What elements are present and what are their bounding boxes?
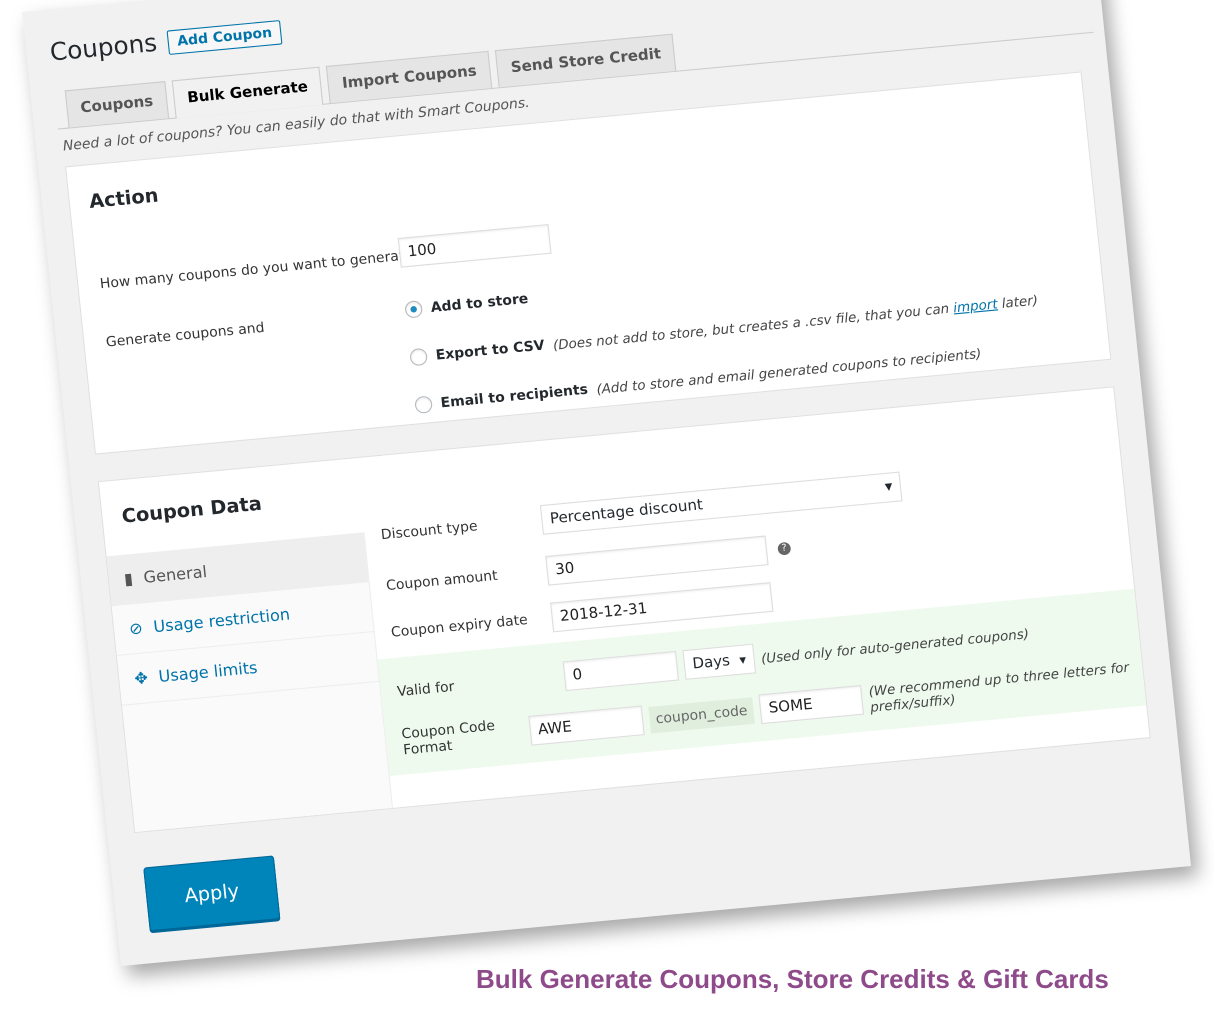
- field-label: Coupon amount: [385, 567, 499, 594]
- tab-bulk-generate[interactable]: Bulk Generate: [171, 66, 324, 119]
- caret-down-icon: ▼: [738, 654, 747, 665]
- page-header: Coupons Add Coupon: [49, 18, 283, 67]
- import-link[interactable]: import: [952, 295, 998, 315]
- sidebar-label: Usage limits: [157, 657, 259, 687]
- page-title: Coupons: [48, 29, 159, 68]
- caret-down-icon: ▼: [884, 481, 893, 494]
- field-label: Coupon expiry date: [390, 611, 529, 641]
- coupon-data-tabs: ▮ General ⊘ Usage restriction ✥ Usage limit…: [106, 532, 394, 832]
- field-label: Discount type: [380, 518, 479, 543]
- general-fields: Discount type Percentage discount ▼ Coupo…: [361, 430, 1149, 808]
- radio-selected[interactable]: [404, 300, 424, 319]
- option-note: (Add to store and email generated coupon…: [595, 344, 982, 397]
- radio-unselected[interactable]: [414, 395, 434, 414]
- coupon-data-title: Coupon Data: [120, 492, 263, 529]
- tab-import-coupons[interactable]: Import Coupons: [326, 50, 493, 104]
- help-icon[interactable]: ?: [777, 541, 792, 556]
- ticket-icon: ▮: [123, 568, 134, 589]
- sidebar-label: General: [142, 562, 208, 588]
- coupon-amount-input[interactable]: [545, 535, 769, 586]
- select-value: Days: [691, 652, 731, 673]
- tab-send-store-credit[interactable]: Send Store Credit: [495, 33, 677, 88]
- caption: Bulk Generate Coupons, Store Credits & G…: [476, 964, 1109, 994]
- note-text: later): [996, 291, 1039, 311]
- note-text: (Does not add to store, but creates a .c…: [552, 299, 955, 353]
- generate-label: Generate coupons and: [105, 320, 266, 351]
- coupon-count-input[interactable]: [397, 223, 552, 268]
- sidebar-label: Usage restriction: [152, 604, 291, 637]
- discount-type-select[interactable]: Percentage discount ▼: [539, 471, 903, 535]
- option-label: Export to CSV: [434, 337, 546, 364]
- arrows-icon: ✥: [133, 668, 149, 689]
- apply-button[interactable]: Apply: [143, 855, 281, 932]
- action-title: Action: [88, 184, 160, 214]
- option-note: (Does not add to store, but creates a .c…: [552, 291, 1038, 352]
- count-label: How many coupons do you want to generate…: [99, 246, 432, 293]
- bulk-generate-page: Coupons Add Coupon Coupons Bulk Generate…: [22, 0, 1191, 966]
- coupon-data-panel: Coupon Data ▮ General ⊘ Usage restriction …: [97, 386, 1151, 834]
- count-label-text: How many coupons do you want to generate…: [99, 246, 422, 293]
- block-icon: ⊘: [128, 618, 144, 639]
- tab-coupons[interactable]: Coupons: [64, 81, 169, 128]
- select-value: Percentage discount: [549, 496, 704, 528]
- option-label: Add to store: [429, 290, 529, 316]
- option-label: Email to recipients: [439, 381, 589, 412]
- option-add-to-store[interactable]: Add to store: [404, 290, 529, 319]
- radio-unselected[interactable]: [409, 347, 429, 367]
- add-coupon-button[interactable]: Add Coupon: [166, 19, 283, 55]
